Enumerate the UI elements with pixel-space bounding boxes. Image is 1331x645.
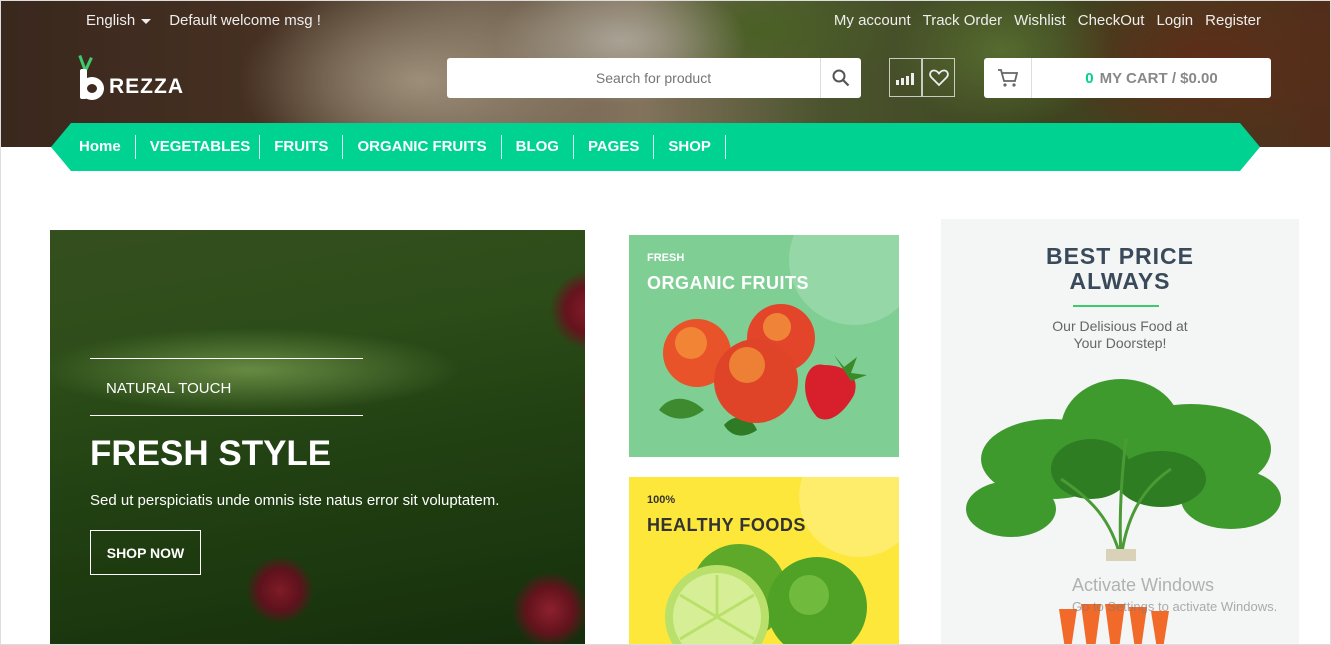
search-button[interactable] [820,58,861,98]
cart-icon [997,69,1018,87]
main-nav: Home VEGETABLES FRUITS ORGANIC FRUITS BL… [51,123,1260,171]
wishlist-button[interactable] [922,58,955,97]
logo-mark [77,54,105,101]
checkout-link[interactable]: CheckOut [1078,12,1145,29]
welcome-message: Default welcome msg ! [169,12,321,29]
cart-button[interactable]: 0 MY CART / $0.00 [984,58,1271,98]
wishlist-link[interactable]: Wishlist [1014,12,1066,29]
nav-item-shop[interactable]: SHOP [654,135,726,159]
cart-count: 0 [1085,69,1094,87]
divider [90,415,363,416]
lime-image [665,544,867,644]
nav-item-blog[interactable]: BLOG [502,135,574,159]
shop-now-button[interactable]: SHOP NOW [90,530,201,575]
caret-down-icon [141,19,152,24]
hero-title: FRESH STYLE [90,434,332,473]
register-link[interactable]: Register [1205,12,1261,29]
organic-fruits-banner[interactable]: FRESH ORGANIC FRUITS [629,235,899,457]
search-icon [832,69,850,87]
nav-item-fruits[interactable]: FRUITS [260,135,344,159]
fruit-image [659,304,867,436]
nav-item-vegetables[interactable]: VEGETABLES [136,135,261,159]
cart-label: MY CART / $0.00 [1099,69,1218,87]
nav-item-organic-fruits[interactable]: ORGANIC FRUITS [343,135,502,159]
hero-banner[interactable]: NATURAL TOUCH FRESH STYLE Sed ut perspic… [50,230,585,644]
page: English Default welcome msg ! My account… [0,0,1331,645]
hero-kicker: NATURAL TOUCH [106,380,232,397]
topbar-left: English Default welcome msg ! [86,12,321,29]
heart-icon [928,69,949,86]
compare-button[interactable] [889,58,922,97]
healthy-foods-banner[interactable]: 100% HEALTHY FOODS [629,477,899,644]
activate-windows-watermark: Activate Windows [1072,575,1215,595]
language-switcher[interactable]: English [86,12,152,29]
activate-windows-subtext: Go to Settings to activate Windows. [1072,599,1278,614]
nav-item-pages[interactable]: PAGES [574,135,655,159]
login-link[interactable]: Login [1156,12,1193,29]
search-input[interactable] [447,58,820,98]
divider [90,358,363,359]
language-label: English [86,12,136,29]
compare-icon [895,72,914,85]
topbar-links: My account Track Order Wishlist CheckOut… [834,12,1261,29]
nav-item-home[interactable]: Home [79,135,136,159]
hero-description: Sed ut perspiciatis unde omnis iste natu… [90,492,500,509]
search-bar [447,58,861,98]
track-order-link[interactable]: Track Order [923,12,1002,29]
logo[interactable]: REZZA [77,54,184,101]
logo-text: REZZA [109,75,184,98]
my-account-link[interactable]: My account [834,12,911,29]
